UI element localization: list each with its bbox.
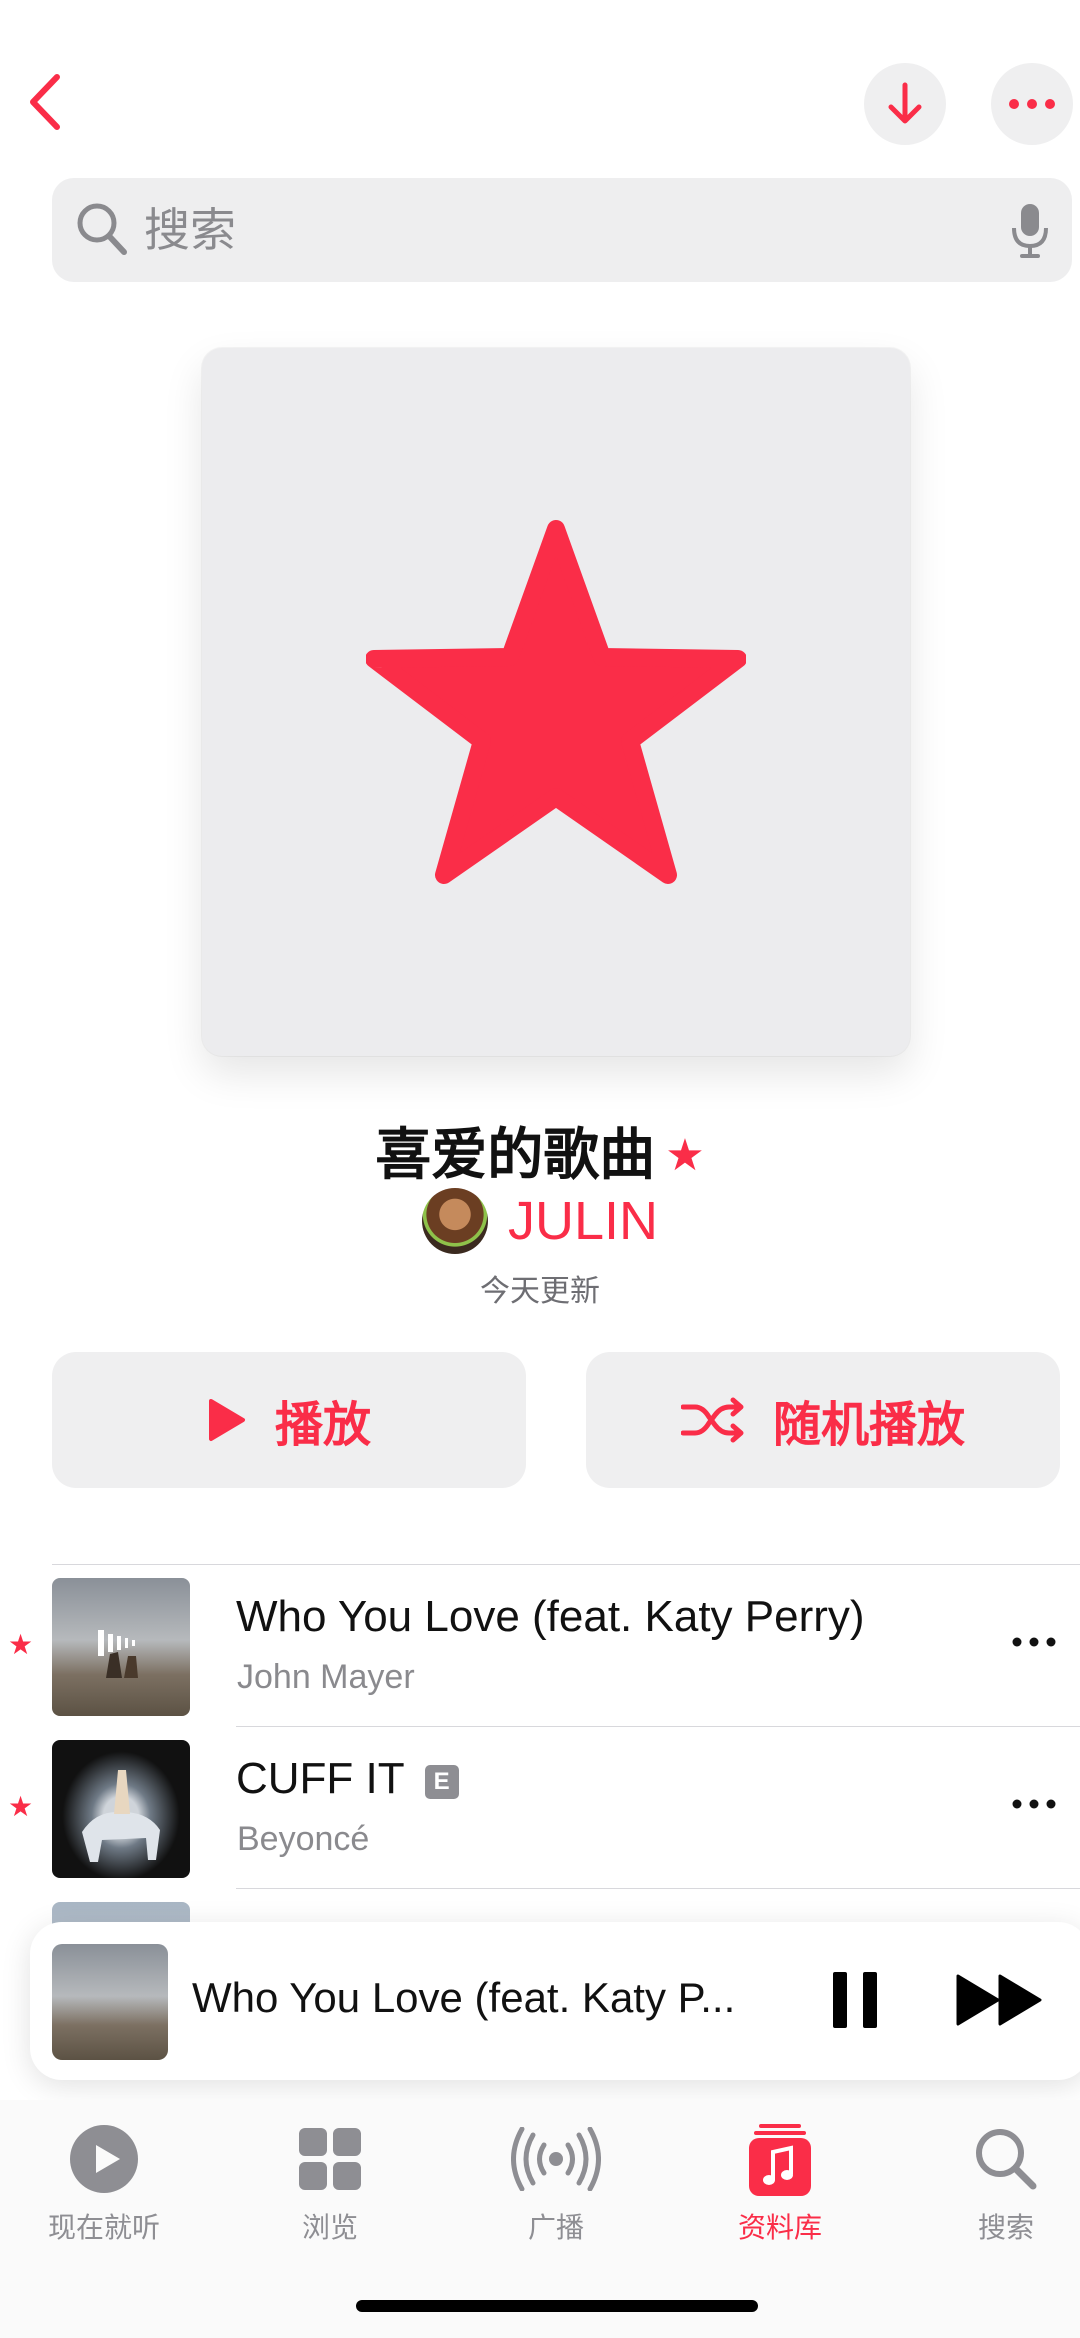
download-button[interactable] (864, 63, 946, 145)
tab-radio[interactable]: 广播 (466, 2120, 646, 2260)
song-more-button[interactable] (1004, 1784, 1064, 1824)
favorite-star-icon: ★ (8, 1790, 34, 1823)
now-playing-art (52, 1944, 168, 2060)
ellipsis-icon (1012, 1637, 1056, 1647)
playlist-title-text: 喜爱的歌曲 (375, 1123, 656, 1188)
grid-icon (299, 2128, 361, 2190)
fast-forward-button[interactable] (950, 1960, 1050, 2040)
divider (52, 1564, 1080, 1565)
broadcast-icon (511, 2127, 601, 2191)
song-title-text: CUFF IT (236, 1754, 405, 1803)
play-button-label: 播放 (274, 1397, 371, 1453)
tab-library[interactable]: 资料库 (690, 2120, 870, 2260)
tab-label: 搜索 (977, 2211, 1034, 2244)
curator-name[interactable]: JULIN (508, 1190, 658, 1252)
chevron-left-icon (30, 74, 60, 130)
shuffle-button[interactable]: 随机播放 (586, 1352, 1060, 1488)
star-icon (366, 520, 746, 884)
song-row[interactable]: ★ CUFF IT E Beyoncé (0, 1728, 1080, 1888)
now-playing-title: Who You Love (feat. Katy P... (192, 1974, 736, 2021)
album-art (52, 1578, 190, 1716)
avatar (421, 1188, 488, 1254)
search-icon (77, 203, 127, 255)
search-input[interactable] (144, 196, 1004, 264)
play-circle-icon (70, 2125, 138, 2193)
song-artist: John Mayer (237, 1658, 415, 1696)
song-title: CUFF IT E (236, 1754, 459, 1804)
album-art (52, 1740, 190, 1878)
playlist-page: 喜爱的歌曲★ JULIN 今天更新 播放 随机播放 ★ (0, 0, 1080, 2338)
tab-search[interactable]: 搜索 (916, 2120, 1080, 2260)
search-bar[interactable] (52, 178, 1072, 282)
divider (236, 1888, 1080, 1889)
search-icon (976, 2129, 1037, 2190)
pause-button[interactable] (820, 1960, 890, 2040)
explicit-badge: E (424, 1765, 459, 1799)
arrow-down-icon (888, 82, 922, 124)
tab-listen-now[interactable]: 现在就听 (14, 2120, 194, 2260)
play-button[interactable]: 播放 (52, 1352, 526, 1488)
favorite-star-icon: ★ (8, 1628, 34, 1661)
ellipsis-icon (1009, 99, 1055, 109)
fast-forward-icon (956, 1974, 1042, 2026)
song-title: Who You Love (feat. Katy Perry) (236, 1592, 865, 1641)
more-options-button[interactable] (991, 63, 1073, 145)
curator-row[interactable]: JULIN (0, 1186, 1080, 1256)
back-button[interactable] (10, 62, 80, 142)
song-row[interactable]: ★ Who You Love (feat. Katy Perry) John M… (0, 1566, 1080, 1726)
updated-label: 今天更新 (480, 1274, 600, 1309)
shuffle-icon (680, 1397, 744, 1443)
play-icon (208, 1399, 245, 1441)
playlist-artwork (202, 348, 910, 1056)
tab-label: 现在就听 (47, 2211, 160, 2244)
shuffle-button-label: 随机播放 (772, 1397, 965, 1453)
tab-label: 浏览 (301, 2211, 358, 2244)
song-more-button[interactable] (1004, 1622, 1064, 1662)
song-artist: Beyoncé (237, 1820, 370, 1858)
favorite-star-icon: ★ (665, 1130, 705, 1181)
playlist-title: 喜爱的歌曲 ★ (0, 1110, 1080, 1191)
tab-browse[interactable]: 浏览 (240, 2120, 420, 2260)
tab-label: 广播 (527, 2211, 584, 2244)
microphone-icon[interactable] (1010, 202, 1050, 260)
ellipsis-icon (1012, 1799, 1056, 1809)
home-indicator[interactable] (356, 2300, 758, 2312)
mini-player[interactable]: Who You Love (feat. Katy P... (30, 1922, 1080, 2080)
tab-label: 资料库 (737, 2211, 822, 2244)
divider (236, 1726, 1080, 1727)
music-library-icon (749, 2124, 811, 2196)
pause-icon (833, 1972, 877, 2028)
